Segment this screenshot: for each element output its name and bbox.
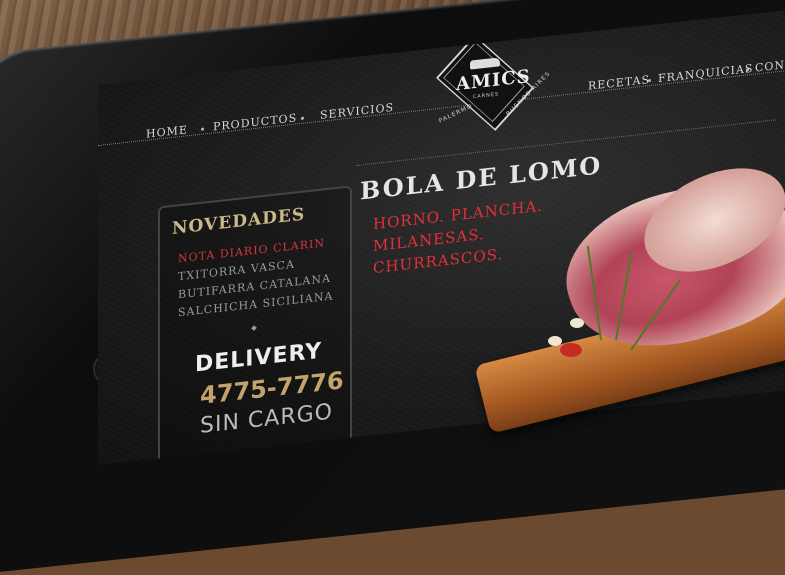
novedades-title: NOVEDADES	[172, 204, 306, 239]
logo-left-text: PALERMO	[437, 102, 474, 125]
nav-separator	[648, 78, 651, 83]
garlic-icon	[570, 318, 584, 328]
panel-divider-dot	[251, 325, 257, 331]
nav-separator	[301, 116, 304, 120]
tablet-device: HOME PRODUCTOS SERVICIOS RECETAS FRANQUI…	[0, 0, 785, 575]
novedad-item[interactable]: NOTA DIARIO CLARIN	[178, 236, 325, 265]
novedades-panel: NOVEDADES NOTA DIARIO CLARIN TXITORRA VA…	[158, 185, 352, 466]
nav-separator	[201, 127, 204, 131]
tomato-icon	[560, 343, 582, 357]
hero-title: BOLA DE LOMO	[360, 150, 603, 206]
garlic-icon	[548, 336, 562, 346]
